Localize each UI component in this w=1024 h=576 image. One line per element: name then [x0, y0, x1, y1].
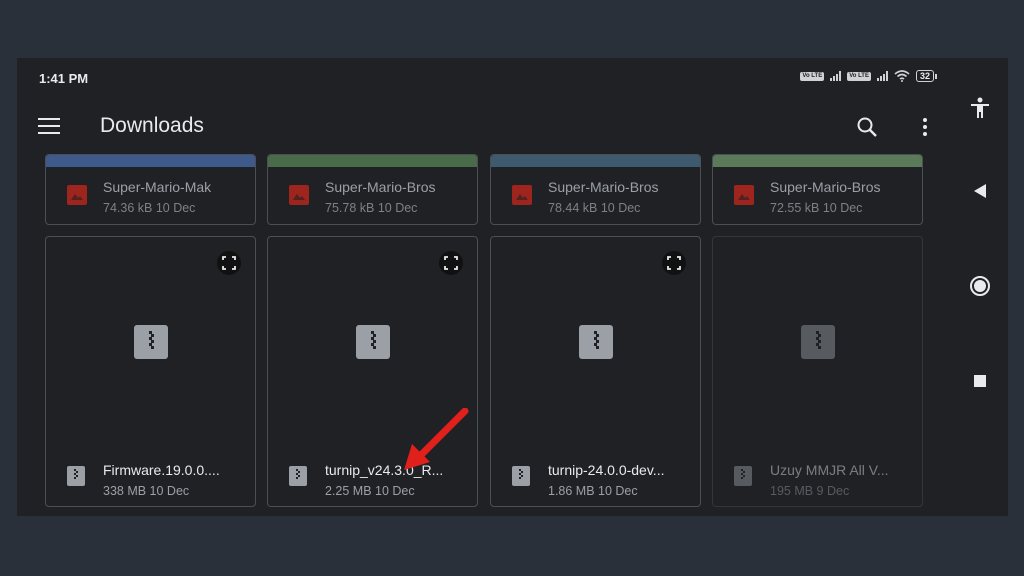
zip-file-icon: [579, 325, 613, 359]
zip-file-icon: [512, 466, 530, 486]
page-title: Downloads: [100, 114, 204, 137]
home-circle-icon[interactable]: [964, 274, 996, 298]
recents-square-icon[interactable]: [964, 370, 996, 392]
file-meta: 78.44 kB 10 Dec: [548, 201, 641, 215]
expand-icon[interactable]: [662, 251, 686, 275]
more-vertical-icon[interactable]: [913, 115, 937, 139]
red-arrow-annotation: [404, 408, 469, 470]
image-file-icon: [289, 185, 309, 205]
app-toolbar: Downloads: [17, 96, 950, 156]
file-card[interactable]: Super-Mario-Bros 78.44 kB 10 Dec: [490, 154, 701, 225]
file-name: Super-Mario-Bros: [548, 179, 659, 195]
file-meta: 72.55 kB 10 Dec: [770, 201, 863, 215]
file-card[interactable]: Uzuy MMJR All V... 195 MB 9 Dec: [712, 236, 923, 507]
status-icons: Vo LTE Vo LTE 32: [800, 70, 938, 82]
accessibility-icon[interactable]: [964, 96, 996, 120]
file-name: Super-Mario-Bros: [770, 179, 881, 195]
wifi-icon: [894, 70, 910, 82]
hamburger-menu-icon[interactable]: [38, 118, 60, 134]
thumbnail: [46, 155, 255, 167]
thumbnail: [713, 155, 922, 167]
status-bar: 1:41 PM Vo LTE Vo LTE 32: [17, 58, 950, 96]
signal-icon: [830, 71, 842, 81]
file-card[interactable]: turnip-24.0.0-dev... 1.86 MB 10 Dec: [490, 236, 701, 507]
file-name: Firmware.19.0.0....: [103, 462, 220, 478]
file-meta: 2.25 MB 10 Dec: [325, 484, 415, 498]
zip-file-icon: [134, 325, 168, 359]
file-name: Super-Mario-Mak: [103, 179, 212, 195]
file-meta: 338 MB 10 Dec: [103, 484, 190, 498]
file-card[interactable]: Firmware.19.0.0.... 338 MB 10 Dec: [45, 236, 256, 507]
zip-file-icon: [801, 325, 835, 359]
zip-file-icon: [734, 466, 752, 486]
status-time: 1:41 PM: [39, 71, 89, 86]
file-card[interactable]: Super-Mario-Bros 75.78 kB 10 Dec: [267, 154, 478, 225]
file-card[interactable]: Super-Mario-Bros 72.55 kB 10 Dec: [712, 154, 923, 225]
file-meta: 75.78 kB 10 Dec: [325, 201, 418, 215]
volte-icon: Vo LTE: [800, 71, 825, 81]
expand-icon[interactable]: [439, 251, 463, 275]
search-icon[interactable]: [855, 115, 879, 139]
zip-file-icon: [67, 466, 85, 486]
file-name: Super-Mario-Bros: [325, 179, 436, 195]
file-meta: 74.36 kB 10 Dec: [103, 201, 196, 215]
file-meta: 1.86 MB 10 Dec: [548, 484, 638, 498]
zip-file-icon: [356, 325, 390, 359]
file-name: turnip-24.0.0-dev...: [548, 462, 665, 478]
zip-file-icon: [289, 466, 307, 486]
thumbnail: [268, 155, 477, 167]
image-file-icon: [512, 185, 532, 205]
thumbnail: [491, 155, 700, 167]
file-meta: 195 MB 9 Dec: [770, 484, 850, 498]
file-card[interactable]: Super-Mario-Mak 74.36 kB 10 Dec: [45, 154, 256, 225]
file-name: Uzuy MMJR All V...: [770, 462, 889, 478]
battery-icon: 32: [915, 70, 938, 82]
image-file-icon: [67, 185, 87, 205]
expand-icon[interactable]: [217, 251, 241, 275]
signal-icon: [876, 71, 888, 81]
back-triangle-icon[interactable]: [964, 181, 996, 201]
image-file-icon: [734, 185, 754, 205]
phone-screen: 1:41 PM Vo LTE Vo LTE 32 Downloads Super…: [17, 58, 950, 516]
volte-icon: Vo LTE: [847, 71, 871, 81]
